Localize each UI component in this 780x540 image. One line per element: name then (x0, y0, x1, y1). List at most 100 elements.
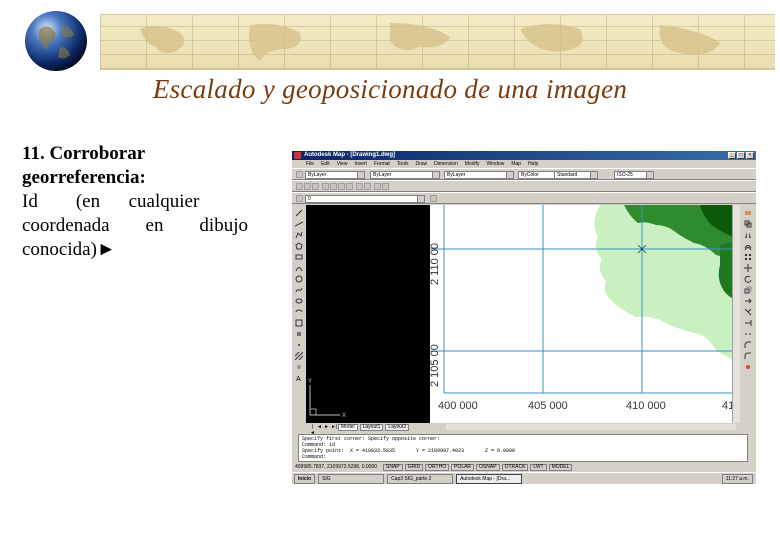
menu-format[interactable]: Format (374, 161, 390, 167)
last-tab-icon[interactable]: ►| (331, 424, 337, 430)
polyline-icon[interactable] (295, 231, 303, 239)
horizontal-scrollbar[interactable] (446, 424, 736, 430)
command-prompt[interactable]: Command: (302, 454, 326, 460)
taskbar-item-cap3[interactable]: Cap3 SIG_parte 2 (387, 473, 454, 484)
menu-modify[interactable]: Modify (465, 161, 480, 167)
menu-help[interactable]: Help (528, 161, 538, 167)
close-button[interactable]: × (746, 152, 754, 159)
stretch-icon[interactable] (744, 297, 752, 305)
polar-toggle[interactable]: POLAR (451, 463, 475, 471)
body-line: conocida)► (22, 239, 116, 260)
polygon-icon[interactable] (295, 242, 303, 250)
cut-icon[interactable] (330, 183, 337, 190)
x-axis-label: 405 000 (528, 400, 568, 412)
layout-tabs: |◄ ◄ ► ►| Model Layout1 Layout2 (306, 423, 740, 436)
spline-icon[interactable] (295, 286, 303, 294)
array-icon[interactable] (744, 253, 752, 261)
circle-icon[interactable] (295, 275, 303, 283)
rotate-icon[interactable] (744, 275, 752, 283)
draw-toolbar: A (292, 205, 306, 423)
new-icon[interactable] (296, 183, 303, 190)
lineweight-select[interactable]: ByLayer (444, 171, 514, 179)
undo-icon[interactable] (356, 183, 363, 190)
print-icon[interactable] (322, 183, 329, 190)
linetype-select[interactable]: ByLayer (370, 171, 440, 179)
taskbar-item-autodesk-map[interactable]: Autodesk Map - [Dra... (456, 473, 523, 484)
first-tab-icon[interactable]: |◄ (310, 424, 315, 436)
standard-toolbar (292, 180, 756, 192)
mtext-icon[interactable]: A (295, 374, 303, 383)
redo-icon[interactable] (364, 183, 371, 190)
point-icon[interactable] (295, 341, 303, 349)
menu-view[interactable]: View (337, 161, 348, 167)
layers-icon[interactable] (296, 195, 303, 202)
body-line: coordenada en dibujo (22, 215, 248, 236)
menu-insert[interactable]: Insert (354, 161, 367, 167)
arc-icon[interactable] (295, 264, 303, 272)
copy-object-icon[interactable] (744, 220, 752, 228)
save-icon[interactable] (312, 183, 319, 190)
zoom-icon[interactable] (382, 183, 389, 190)
ellipse-arc-icon[interactable] (295, 308, 303, 316)
minimize-button[interactable]: _ (728, 152, 736, 159)
layer-color-icon[interactable] (296, 171, 303, 178)
ortho-toggle[interactable]: ORTHO (425, 463, 450, 471)
make-block-icon[interactable] (295, 330, 303, 338)
mirror-icon[interactable] (744, 231, 752, 239)
step-description: 11. Corroborar georreferencia: Id (en cu… (22, 142, 248, 262)
menu-file[interactable]: File (306, 161, 314, 167)
pan-icon[interactable] (374, 183, 381, 190)
osnap-toggle[interactable]: OSNAP (476, 463, 500, 471)
erase-icon[interactable] (744, 209, 752, 217)
window-titlebar[interactable]: Autodesk Map - [Drawing1.dwg] _ □ × (292, 151, 756, 160)
chamfer-icon[interactable] (744, 341, 752, 349)
rectangle-icon[interactable] (295, 253, 303, 261)
vertical-scrollbar[interactable] (732, 205, 740, 423)
model-toggle[interactable]: MODEL (548, 463, 573, 471)
command-window[interactable]: Specify first corner: Specify opposite c… (298, 434, 748, 462)
next-tab-icon[interactable]: ► (324, 424, 329, 430)
taskbar-item-sig[interactable]: SIG (318, 473, 385, 484)
trim-icon[interactable] (744, 308, 752, 316)
menu-dimension[interactable]: Dimension (434, 161, 458, 167)
start-button[interactable]: Inicio (294, 473, 316, 484)
copy-icon[interactable] (338, 183, 345, 190)
menu-draw[interactable]: Draw (415, 161, 427, 167)
menu-bar: File Edit View Insert Format Tools Draw … (292, 160, 756, 168)
menu-map[interactable]: Map (511, 161, 521, 167)
menu-edit[interactable]: Edit (321, 161, 330, 167)
scale-icon[interactable] (744, 286, 752, 294)
dim-style-select[interactable]: ISO-25 (614, 171, 654, 179)
drawing-canvas[interactable]: 2 110 00 2 105 00 400 000 405 000 410 00… (306, 205, 740, 423)
paste-icon[interactable] (346, 183, 353, 190)
prev-tab-icon[interactable]: ◄ (317, 424, 322, 430)
tab-model[interactable]: Model (338, 423, 358, 431)
maximize-button[interactable]: □ (737, 152, 745, 159)
snap-toggle[interactable]: SNAP (383, 463, 403, 471)
insert-block-icon[interactable] (295, 319, 303, 327)
otrack-toggle[interactable]: OTRACK (501, 463, 529, 471)
menu-tools[interactable]: Tools (397, 161, 409, 167)
lwt-toggle[interactable]: LWT (530, 463, 547, 471)
open-icon[interactable] (304, 183, 311, 190)
layer-select[interactable]: 0 (305, 195, 425, 203)
offset-icon[interactable] (744, 242, 752, 251)
grid-toggle[interactable]: GRID (404, 463, 424, 471)
menu-window[interactable]: Window (487, 161, 505, 167)
construction-line-icon[interactable] (294, 220, 304, 228)
extend-icon[interactable] (744, 319, 752, 327)
tab-layout2[interactable]: Layout2 (385, 423, 410, 431)
tab-layout1[interactable]: Layout1 (359, 423, 384, 431)
break-icon[interactable] (744, 330, 752, 338)
region-icon[interactable] (295, 363, 303, 371)
autodesk-map-window: Autodesk Map - [Drawing1.dwg] _ □ × File… (292, 151, 756, 484)
text-style-select[interactable]: Standard (554, 171, 598, 179)
hatch-icon[interactable] (294, 351, 304, 361)
color-select[interactable]: ByLayer (305, 171, 365, 179)
make-current-icon[interactable] (430, 195, 437, 202)
explode-icon[interactable] (744, 363, 752, 371)
line-icon[interactable] (295, 209, 303, 217)
fillet-icon[interactable] (744, 352, 752, 360)
move-icon[interactable] (744, 264, 752, 272)
ellipse-icon[interactable] (295, 297, 303, 305)
